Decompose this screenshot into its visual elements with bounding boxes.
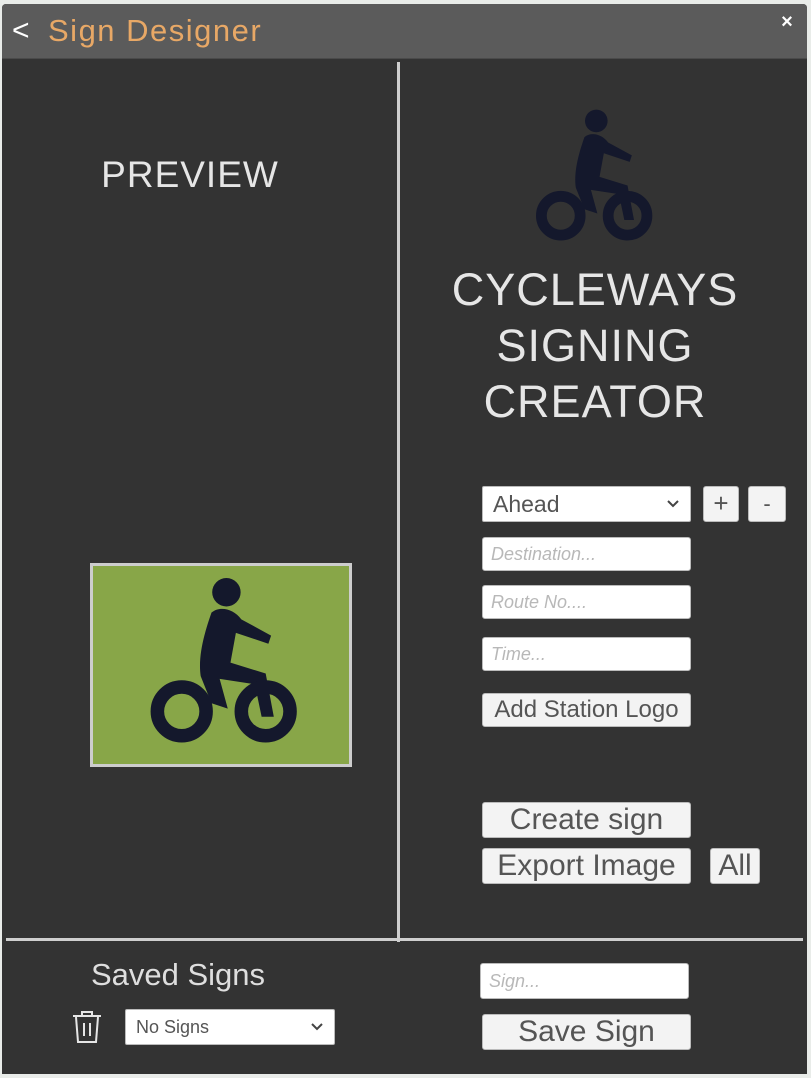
cyclist-icon: [536, 109, 653, 241]
create-sign-button[interactable]: Create sign: [482, 802, 691, 838]
chevron-down-icon: [666, 487, 680, 530]
export-all-button[interactable]: All: [710, 848, 760, 884]
saved-signs-select-value: No Signs: [136, 1017, 210, 1037]
save-sign-button[interactable]: Save Sign: [482, 1014, 691, 1050]
chevron-down-icon: [310, 1010, 324, 1055]
window-title: Sign Designer: [48, 13, 263, 48]
direction-select[interactable]: Ahead: [482, 486, 691, 522]
brand-line-creator: CREATOR: [483, 376, 707, 427]
remove-direction-button[interactable]: -: [748, 486, 786, 522]
back-button[interactable]: <: [12, 14, 38, 48]
sign-designer-window: < Sign Designer × PREVIEW CYCLEWAYS SIGN…: [2, 4, 807, 1074]
saved-signs-heading: Saved Signs: [90, 957, 266, 992]
app-brand-title: CYCLEWAYS SIGNING CREATOR: [432, 262, 758, 430]
direction-select-value: Ahead: [493, 491, 560, 517]
trash-icon[interactable]: [70, 1009, 104, 1045]
destination-input[interactable]: [482, 537, 691, 571]
time-input[interactable]: [482, 637, 691, 671]
sign-preview: [90, 563, 352, 767]
add-direction-button[interactable]: +: [703, 486, 739, 522]
preview-heading: PREVIEW: [101, 154, 279, 195]
cyclist-icon: [150, 578, 297, 743]
titlebar: < Sign Designer ×: [2, 4, 807, 59]
saved-signs-select[interactable]: No Signs: [125, 1009, 335, 1045]
close-button[interactable]: ×: [777, 10, 797, 34]
sign-name-input[interactable]: [480, 963, 689, 999]
route-number-input[interactable]: [482, 585, 691, 619]
vertical-divider: [397, 62, 400, 942]
horizontal-divider: [6, 938, 803, 941]
export-image-button[interactable]: Export Image: [482, 848, 691, 884]
brand-line-signing: SIGNING: [496, 320, 694, 371]
add-station-logo-button[interactable]: Add Station Logo: [482, 693, 691, 727]
brand-line-cycleways: CYCLEWAYS: [451, 264, 739, 315]
